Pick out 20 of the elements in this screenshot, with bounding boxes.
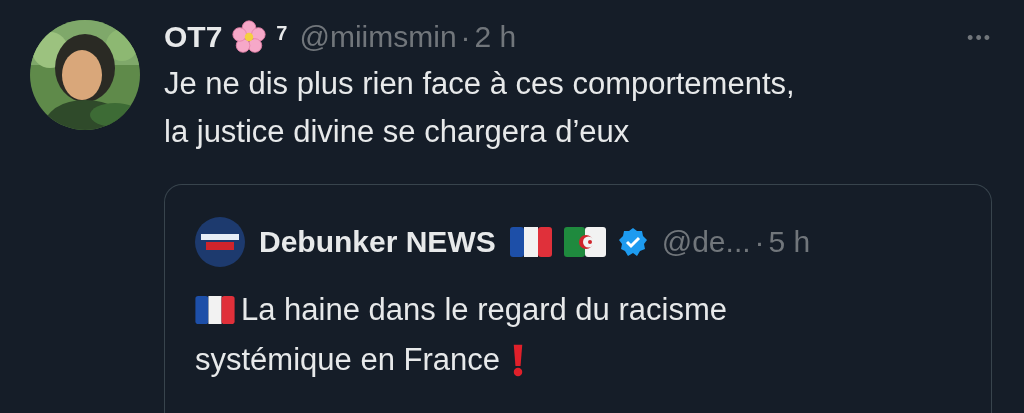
- author-handle[interactable]: @de...: [661, 225, 751, 259]
- news-logo-icon: [195, 217, 245, 267]
- more-button[interactable]: •••: [967, 28, 992, 49]
- author-handle[interactable]: @miimsmin: [299, 20, 457, 54]
- flower-icon: [232, 20, 267, 54]
- separator-dot: ·: [460, 20, 471, 54]
- flag-icon: [195, 296, 235, 324]
- quoted-tweet-card[interactable]: Debunker NEWS @de...·5 h La haine dans le regard du racisme systémique en France: [164, 184, 992, 413]
- post-time[interactable]: 2 h: [474, 20, 517, 54]
- separator-dot: ·: [754, 225, 765, 259]
- superscript-number: 7: [276, 22, 288, 45]
- author-name[interactable]: Debunker NEWS: [259, 225, 496, 259]
- author-name[interactable]: OT7: [164, 20, 223, 54]
- quoted-text: systémique en France: [195, 341, 500, 379]
- exclamation-icon: [512, 343, 524, 377]
- flag-icon: [563, 227, 606, 257]
- flag-icon: [509, 227, 552, 257]
- post-time[interactable]: 5 h: [768, 225, 811, 259]
- tweet-text: Je ne dis plus rien face à ces comportements, la justice divine se chargera d’eux: [164, 65, 796, 151]
- quoted-text: La haine dans le regard du racisme: [241, 291, 727, 329]
